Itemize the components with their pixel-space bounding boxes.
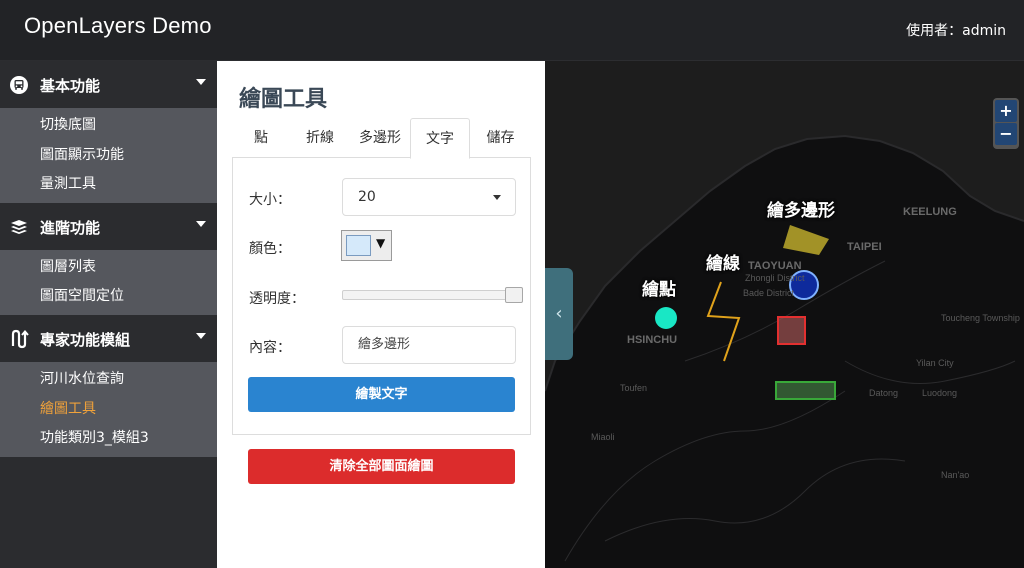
size-label: 大小： bbox=[249, 192, 291, 208]
opacity-label: 透明度： bbox=[249, 291, 305, 307]
layers-icon bbox=[11, 219, 27, 234]
drawing-tabs: 點 折線 多邊形 文字 儲存 bbox=[232, 118, 531, 159]
color-picker[interactable]: ▼ bbox=[341, 230, 392, 261]
size-select[interactable]: 20 bbox=[342, 178, 516, 216]
sidebar-group-label: 基本功能 bbox=[40, 77, 101, 95]
route-icon bbox=[11, 329, 29, 349]
tab-text[interactable]: 文字 bbox=[410, 118, 470, 159]
caret-down-icon bbox=[196, 332, 206, 339]
town-label: Nan'ao bbox=[941, 470, 970, 480]
zoom-control: + − bbox=[993, 98, 1019, 149]
size-value: 20 bbox=[358, 189, 376, 205]
draw-text-button[interactable]: 繪製文字 bbox=[248, 377, 515, 412]
bus-icon bbox=[10, 76, 28, 94]
panel-collapse-button[interactable]: ‹ bbox=[545, 268, 573, 360]
sidebar-item-module3[interactable]: 功能類別3_模組3 bbox=[0, 424, 217, 454]
town-label: Bade District bbox=[743, 288, 795, 298]
triangle-down-icon: ▼ bbox=[376, 236, 386, 250]
text-form: 大小： 20 顏色： ▼ 透明度： 內容： 繪多邊形 繪製文字 bbox=[232, 158, 531, 435]
sidebar-sublist: 切換底圖 圖面顯示功能 量測工具 bbox=[0, 108, 217, 203]
city-label: KEELUNG bbox=[903, 206, 957, 218]
city-label: HSINCHU bbox=[627, 334, 678, 346]
town-label: Miaoli bbox=[591, 432, 615, 442]
caret-down-icon bbox=[196, 79, 206, 85]
sidebar-item-locate[interactable]: 圖面空間定位 bbox=[0, 282, 217, 312]
sidebar-item-drawing[interactable]: 繪圖工具 bbox=[0, 395, 217, 425]
slider-track bbox=[342, 290, 523, 300]
tab-polyline[interactable]: 折線 bbox=[290, 118, 350, 158]
town-label: Luodong bbox=[922, 388, 958, 398]
drawn-point-cyan bbox=[655, 307, 677, 329]
tab-polygon[interactable]: 多邊形 bbox=[350, 118, 410, 158]
sidebar-sublist: 圖層列表 圖面空間定位 bbox=[0, 249, 217, 315]
city-label: TAIPEI bbox=[847, 241, 882, 253]
sidebar-group-label: 專家功能模組 bbox=[40, 330, 131, 349]
drawing-panel: 繪圖工具 點 折線 多邊形 文字 儲存 大小： 20 顏色： ▼ 透明度： 內容… bbox=[217, 61, 545, 568]
zoom-out-button[interactable]: − bbox=[995, 123, 1017, 145]
sidebar-group-expert[interactable]: 專家功能模組 bbox=[0, 314, 217, 362]
tab-point[interactable]: 點 bbox=[232, 118, 290, 158]
town-label: Yilan City bbox=[916, 358, 954, 368]
user-label: 使用者：admin bbox=[906, 23, 1006, 39]
drawn-text-label: 繪多邊形 bbox=[767, 201, 835, 221]
sidebar-group-label: 進階功能 bbox=[40, 218, 101, 237]
sidebar-item-measure[interactable]: 量測工具 bbox=[0, 170, 217, 200]
content-input[interactable]: 繪多邊形 bbox=[342, 326, 516, 364]
drawn-rect-green bbox=[775, 381, 836, 400]
sidebar-item-layers[interactable]: 圖層列表 bbox=[0, 253, 217, 283]
sidebar-item-display[interactable]: 圖面顯示功能 bbox=[0, 141, 217, 171]
town-label: Toucheng Township bbox=[941, 313, 1020, 323]
color-label: 顏色： bbox=[249, 241, 291, 257]
slider-thumb[interactable] bbox=[505, 287, 523, 303]
clear-all-button[interactable]: 清除全部圖面繪圖 bbox=[248, 449, 515, 484]
drawn-rect-red bbox=[777, 316, 806, 345]
zoom-in-button[interactable]: + bbox=[995, 100, 1017, 122]
panel-title: 繪圖工具 bbox=[239, 87, 328, 112]
map-view[interactable]: KEELUNG TAIPEI TAOYUAN HSINCHU Zhongli D… bbox=[545, 61, 1024, 568]
drawn-text-label: 繪線 bbox=[706, 254, 740, 274]
sidebar-item-basemap[interactable]: 切換底圖 bbox=[0, 111, 217, 141]
content-label: 內容： bbox=[249, 340, 291, 356]
town-label: Zhongli District bbox=[745, 273, 805, 283]
sidebar-item-river[interactable]: 河川水位查詢 bbox=[0, 365, 217, 395]
sidebar: 基本功能 切換底圖 圖面顯示功能 量測工具 進階功能 圖層列表 圖面空間定位 專… bbox=[0, 61, 217, 568]
drawn-text-label: 繪點 bbox=[642, 280, 676, 300]
tab-save[interactable]: 儲存 bbox=[470, 118, 531, 158]
chevron-left-icon: ‹ bbox=[555, 303, 563, 324]
sidebar-sublist: 河川水位查詢 繪圖工具 功能類別3_模組3 bbox=[0, 361, 217, 457]
town-label: Datong bbox=[869, 388, 899, 398]
caret-down-icon bbox=[493, 195, 501, 200]
app-title: OpenLayers Demo bbox=[24, 13, 212, 38]
opacity-slider[interactable] bbox=[342, 287, 523, 303]
caret-down-icon bbox=[196, 220, 206, 227]
color-swatch bbox=[346, 235, 371, 256]
app-header: OpenLayers Demo 使用者：admin bbox=[0, 0, 1024, 61]
sidebar-group-basic[interactable]: 基本功能 bbox=[0, 61, 217, 108]
sidebar-group-advanced[interactable]: 進階功能 bbox=[0, 202, 217, 250]
town-label: Toufen bbox=[620, 383, 648, 393]
city-label: TAOYUAN bbox=[748, 260, 802, 272]
